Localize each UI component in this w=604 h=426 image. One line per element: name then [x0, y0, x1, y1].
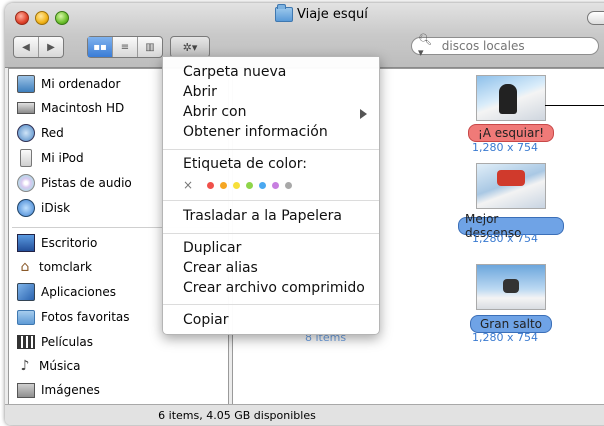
folder-icon	[275, 4, 293, 22]
sidebar-item-label: Fotos favoritas	[41, 310, 130, 324]
forward-button[interactable]: ▶	[39, 37, 63, 57]
search-field[interactable]: 🔍︎▾	[411, 33, 599, 59]
applications-icon	[17, 283, 35, 301]
toolbar-toggle-button[interactable]	[587, 11, 604, 25]
skier-image	[497, 170, 525, 186]
action-menu-button[interactable]: ✲▾	[170, 36, 210, 58]
sidebar-item-label: Imágenes	[41, 383, 100, 397]
sidebar-item-label: tomclark	[39, 260, 92, 274]
color-gray-button[interactable]	[285, 181, 293, 189]
back-forward-control: ◀ ▶	[13, 36, 64, 58]
color-purple-button[interactable]	[272, 181, 280, 189]
menu-separator	[163, 304, 379, 305]
menu-separator	[163, 233, 379, 234]
sidebar-item-imagenes[interactable]: Imágenes	[17, 379, 100, 401]
sidebar-item-tomclark[interactable]: ⌂ tomclark	[17, 256, 92, 278]
sidebar-item-label: Escritorio	[41, 236, 98, 250]
home-icon: ⌂	[20, 259, 30, 275]
icon-view-button[interactable]: ▪▪	[88, 37, 113, 57]
sidebar-item-mi-ordenador[interactable]: Mi ordenador	[17, 73, 120, 95]
sidebar-item-fotos-favoritas[interactable]: Fotos favoritas	[17, 306, 130, 328]
action-context-menu: Carpeta nueva Abrir Abrir con Obtener in…	[162, 56, 380, 335]
sidebar-item-aplicaciones[interactable]: Aplicaciones	[17, 281, 116, 303]
menu-label-etiqueta-de-color: Etiqueta de color:	[183, 156, 308, 172]
sidebar-item-musica[interactable]: ♪ Música	[17, 355, 81, 377]
file-dimensions: 1,280 x 754	[472, 141, 538, 154]
sidebar-item-peliculas[interactable]: Películas	[17, 331, 93, 353]
sidebar-item-macintosh-hd[interactable]: Macintosh HD	[17, 97, 124, 119]
zoom-button[interactable]	[55, 11, 69, 25]
sidebar-item-mi-ipod[interactable]: Mi iPod	[17, 147, 84, 169]
color-label-swatches: ×	[183, 178, 298, 192]
music-icon: ♪	[20, 358, 30, 374]
idisk-icon	[17, 199, 35, 217]
menu-item-carpeta-nueva[interactable]: Carpeta nueva	[183, 64, 286, 80]
search-input[interactable]	[439, 38, 598, 54]
window-title-text: Viaje esquí	[297, 7, 368, 22]
network-icon	[17, 124, 35, 142]
file-thumbnail[interactable]	[476, 264, 546, 310]
back-button[interactable]: ◀	[14, 37, 39, 57]
annotation-line	[545, 105, 604, 106]
file-label[interactable]: ¡A esquiar!	[468, 124, 554, 142]
sidebar-item-label: Mi ordenador	[41, 77, 121, 91]
sidebar-item-red[interactable]: Red	[17, 122, 64, 144]
harddisk-icon	[17, 102, 35, 114]
sidebar-item-label: iDisk	[41, 201, 71, 215]
color-green-button[interactable]	[246, 181, 254, 189]
folder-icon	[17, 309, 35, 325]
menu-item-abrir-con[interactable]: Abrir con	[183, 104, 246, 120]
view-mode-control: ▪▪ ≡ ▥	[87, 36, 163, 58]
file-dimensions: 1,280 x 754	[472, 232, 538, 245]
desktop-icon	[17, 234, 35, 252]
window-title: Viaje esquí	[275, 4, 368, 22]
sidebar-item-label: Pistas de audio	[41, 176, 132, 190]
menu-item-obtener-informacion[interactable]: Obtener información	[183, 124, 328, 140]
close-button[interactable]	[15, 11, 29, 25]
pictures-icon	[17, 382, 35, 398]
sidebar-item-idisk[interactable]: iDisk	[17, 197, 70, 219]
column-view-button[interactable]: ▥	[138, 37, 162, 57]
menu-item-trasladar-a-la-papelera[interactable]: Trasladar a la Papelera	[183, 208, 342, 224]
list-view-button[interactable]: ≡	[113, 37, 138, 57]
sidebar-item-pistas-de-audio[interactable]: Pistas de audio	[17, 172, 132, 194]
minimize-button[interactable]	[35, 11, 49, 25]
ipod-icon	[20, 149, 32, 167]
color-red-button[interactable]	[207, 181, 215, 189]
menu-item-copiar[interactable]: Copiar	[183, 312, 228, 328]
computer-icon	[17, 75, 35, 93]
sidebar-item-label: Música	[39, 359, 81, 373]
menu-separator	[163, 200, 379, 201]
sidebar-item-escritorio[interactable]: Escritorio	[17, 232, 97, 254]
cd-icon	[17, 174, 35, 192]
search-icon: 🔍︎▾	[418, 33, 432, 59]
color-yellow-button[interactable]	[233, 181, 241, 189]
color-orange-button[interactable]	[220, 181, 228, 189]
color-blue-button[interactable]	[259, 181, 267, 189]
menu-item-crear-alias[interactable]: Crear alias	[183, 260, 258, 276]
skier-image	[499, 84, 517, 114]
submenu-arrow-icon	[360, 109, 367, 119]
sidebar-item-label: Mi iPod	[41, 151, 84, 165]
file-thumbnail[interactable]	[476, 163, 546, 209]
color-none-button[interactable]: ×	[183, 178, 193, 192]
sidebar-item-label: Red	[41, 126, 64, 140]
status-bar: 6 items, 4.05 GB disponibles	[5, 404, 604, 425]
sidebar-item-label: Macintosh HD	[41, 101, 125, 115]
file-thumbnail[interactable]	[476, 75, 546, 121]
file-dimensions: 1,280 x 754	[472, 331, 538, 344]
menu-separator	[163, 149, 379, 150]
sidebar-item-label: Películas	[41, 335, 94, 349]
skier-image	[503, 279, 519, 293]
menu-item-crear-archivo-comprimido[interactable]: Crear archivo comprimido	[183, 280, 365, 296]
sidebar-item-label: Aplicaciones	[41, 285, 116, 299]
movies-icon	[17, 335, 35, 349]
menu-item-duplicar[interactable]: Duplicar	[183, 240, 241, 256]
menu-item-abrir[interactable]: Abrir	[183, 84, 217, 100]
